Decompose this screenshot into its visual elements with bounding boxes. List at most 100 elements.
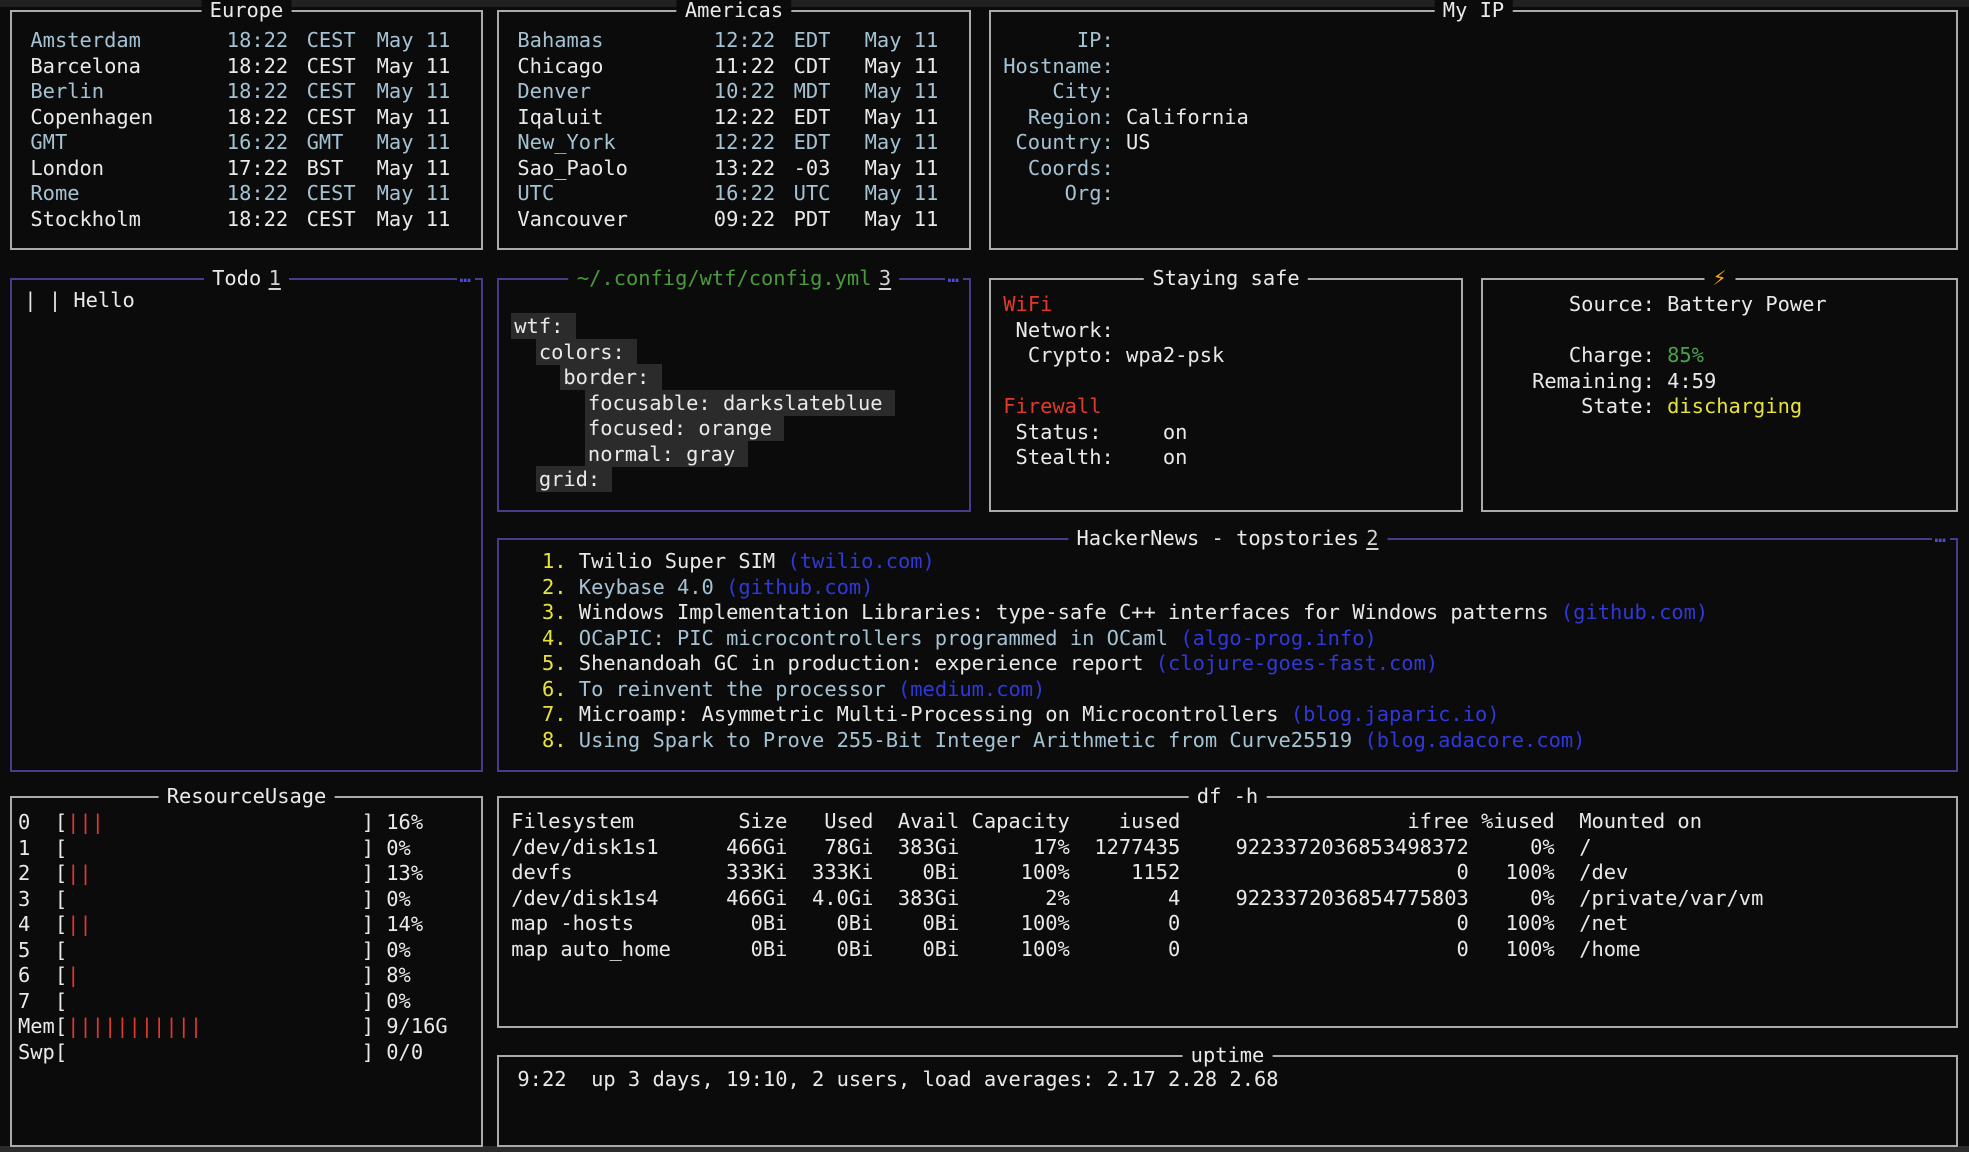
safety-lines: WiFiNetwork:Crypto: wpa2-psk FirewallSta… [991,280,1461,471]
clock-date: May 11 [368,54,481,80]
panel-staying-safe[interactable]: Staying safe WiFiNetwork:Crypto: wpa2-ps… [989,278,1463,512]
battery-field: Source:Battery Power [1532,292,1956,318]
panel-config-yml[interactable]: ~/.config/wtf/config.yml3 … wtf:colors:b… [497,278,971,512]
resource-value: 13% [386,861,423,887]
safety-line: WiFi [991,292,1461,318]
hn-story[interactable]: 7. Microamp: Asymmetric Multi-Processing… [542,702,1956,728]
panel-title-my-ip: My IP [1434,0,1513,24]
resource-row: Mem[|||||||||||]9/16G [18,1014,481,1040]
clock-time: 09:22 [689,207,775,233]
panel-hackernews[interactable]: HackerNews - topstories2 … 1. Twilio Sup… [497,538,1958,772]
df-cell: 17% [959,835,1069,861]
safety-line [991,369,1461,395]
df-cell: 0Bi [787,937,873,963]
df-cell: 0 [1070,911,1180,937]
clock-city: Sao_Paolo [517,156,689,182]
df-header-cell: Size [702,809,788,835]
hn-story-title: Windows Implementation Libraries: type-s… [567,600,1561,624]
europe-rows: Amsterdam18:22CESTMay 11Barcelona18:22CE… [12,12,481,232]
clock-row: Rome18:22CESTMay 11 [30,181,481,207]
clock-time: 18:22 [202,79,288,105]
clock-time: 12:22 [689,130,775,156]
df-cell: 383Gi [873,835,959,861]
df-cell: 9223372036853498372 [1180,835,1468,861]
battery-field-label: State: [1532,394,1655,420]
clock-timezone: UTC [775,181,855,207]
panel-title-hackernews: HackerNews - topstories2 [1068,526,1387,552]
clock-row: Denver10:22MDTMay 11 [517,79,969,105]
hn-story[interactable]: 4. OCaPIC: PIC microcontrollers programm… [542,626,1956,652]
resource-label: 2 [18,861,55,887]
panel-todo[interactable]: Todo1 … | | Hello [10,278,483,772]
hn-story[interactable]: 3. Windows Implementation Libraries: typ… [542,600,1956,626]
clock-row: Vancouver09:22PDTMay 11 [517,207,969,233]
hn-story-domain: (blog.adacore.com) [1364,728,1585,752]
clock-timezone: GMT [288,130,368,156]
df-cell: 0Bi [873,911,959,937]
df-header-cell: Capacity [959,809,1069,835]
config-line: normal: gray [511,442,969,468]
panel-battery[interactable]: ⚡ Source:Battery Power Charge:85%Remaini… [1481,278,1958,512]
df-cell: 2% [959,886,1069,912]
config-widget-index: 3 [879,266,891,290]
todo-item[interactable]: | | Hello [24,288,481,314]
myip-rows: IP:Hostname:City:Region:CaliforniaCountr… [991,12,1956,207]
ip-field-label: IP: [1003,28,1113,54]
panel-my-ip[interactable]: My IP IP:Hostname:City:Region:California… [989,10,1958,250]
clock-row: Amsterdam18:22CESTMay 11 [30,28,481,54]
df-header-cell: Filesystem [511,809,701,835]
americas-rows: Bahamas12:22EDTMay 11Chicago11:22CDTMay … [499,12,969,232]
panel-americas-clocks[interactable]: Americas Bahamas12:22EDTMay 11Chicago11:… [497,10,971,250]
lightning-bolt-icon: ⚡ [1713,265,1727,291]
ip-field: City: [1003,79,1956,105]
resource-bars: || [67,912,362,938]
resource-row: Swp[]0/0 [18,1040,481,1066]
panel-uptime[interactable]: uptime 9:22 up 3 days, 19:10, 2 users, l… [497,1055,1958,1147]
resource-value: 14% [386,912,423,938]
resource-label: 1 [18,836,55,862]
hn-story[interactable]: 2. Keybase 4.0 (github.com) [542,575,1956,601]
panel-resource-usage[interactable]: ResourceUsage 0[|||]16%1[]0%2[||]13%3[]0… [10,796,483,1147]
df-cell: /private/var/vm [1555,886,1956,912]
hn-story-domain: (blog.japaric.io) [1291,702,1500,726]
clock-city: Bahamas [517,28,689,54]
panel-title-staying-safe: Staying safe [1144,266,1308,292]
resource-label: 4 [18,912,55,938]
resource-label: 7 [18,989,55,1015]
hn-story-title: To reinvent the processor [567,677,898,701]
ip-field: Hostname: [1003,54,1956,80]
resource-label: 6 [18,963,55,989]
resource-label: Swp [18,1040,55,1066]
hn-story[interactable]: 1. Twilio Super SIM (twilio.com) [542,549,1956,575]
resource-value: 0% [386,836,411,862]
resource-value: 0% [386,989,411,1015]
clock-time: 18:22 [202,181,288,207]
battery-field-value: discharging [1655,394,1956,420]
ip-field-value [1114,79,1956,105]
clock-timezone: PDT [775,207,855,233]
panel-europe-clocks[interactable]: Europe Amsterdam18:22CESTMay 11Barcelona… [10,10,483,250]
df-cell: 0 [1180,911,1468,937]
clock-timezone: CEST [288,54,368,80]
resource-row: 2[||]13% [18,861,481,887]
safety-line: Stealth: on [991,445,1461,471]
panel-df[interactable]: df -h FilesystemSizeUsedAvailCapacityius… [497,796,1958,1028]
hn-story[interactable]: 8. Using Spark to Prove 255-Bit Integer … [542,728,1956,754]
df-cell: 100% [1469,937,1555,963]
hn-story[interactable]: 6. To reinvent the processor (medium.com… [542,677,1956,703]
df-cell: 4.0Gi [787,886,873,912]
df-header-cell: iused [1070,809,1180,835]
df-cell: 100% [959,911,1069,937]
df-cell: 0% [1469,835,1555,861]
df-cell: 0Bi [873,860,959,886]
config-line: focusable: darkslateblue [511,391,969,417]
clock-city: Stockholm [30,207,202,233]
clock-date: May 11 [855,130,969,156]
wtf-terminal-dashboard: Europe Amsterdam18:22CESTMay 11Barcelona… [0,0,1969,1152]
battery-field-label: Remaining: [1532,369,1655,395]
df-cell: 0 [1180,937,1468,963]
hn-story[interactable]: 5. Shenandoah GC in production: experien… [542,651,1956,677]
resource-row: 5[]0% [18,938,481,964]
ru-rows: 0[|||]16%1[]0%2[||]13%3[]0%4[||]14%5[]0%… [12,798,481,1065]
df-grid: FilesystemSizeUsedAvailCapacityiusedifre… [511,809,1956,962]
